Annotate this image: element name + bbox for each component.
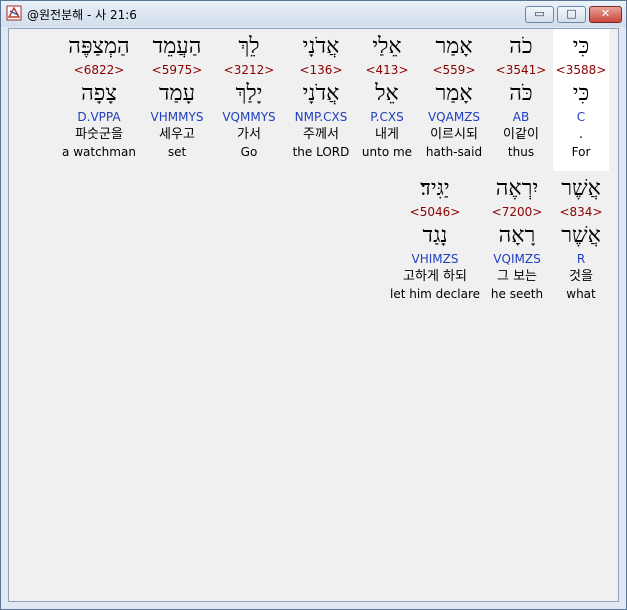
- word-1[interactable]: כֹה <3541> כֹּה AB 이같이 thus: [483, 33, 559, 160]
- morph-code: VQMMYS: [222, 110, 276, 124]
- hebrew-lemma: נָגַד: [422, 223, 448, 248]
- hebrew-word: הַמְצַפֶּה: [68, 34, 130, 59]
- hebrew-lemma: יָלַךְ: [235, 81, 263, 106]
- hebrew-word: אֵלַי: [372, 34, 402, 59]
- korean-gloss: 그 보는: [496, 269, 537, 284]
- english-gloss: Go: [240, 145, 258, 159]
- word-3[interactable]: אֵלַי <413> אֵל P.CXS 내게 unto me: [349, 33, 425, 160]
- strong-number[interactable]: <5975>: [139, 61, 215, 79]
- korean-gloss: 세우고: [159, 127, 195, 142]
- english-gloss: unto me: [361, 145, 413, 159]
- morph-code: P.CXS: [370, 110, 404, 124]
- minimize-button[interactable]: ▭: [525, 6, 554, 23]
- strong-number[interactable]: <5046>: [387, 203, 483, 221]
- hebrew-lemma: עָמַד: [158, 81, 196, 106]
- word-10[interactable]: יַגִּיד׃ <5046> נָגַד VHIMZS 고하게 하되 let …: [387, 175, 483, 302]
- morph-code: NMP.CXS: [294, 110, 348, 124]
- english-gloss: thus: [507, 145, 535, 159]
- parsing-panel: כִּי <3588> כִּי C . For כֹה <3541> כֹּה…: [8, 28, 619, 602]
- close-button[interactable]: ✕: [589, 6, 622, 23]
- morph-code: VQAMZS: [427, 110, 481, 124]
- close-icon: ✕: [600, 7, 611, 20]
- english-gloss: set: [167, 145, 187, 159]
- hebrew-word: הַעֲמֵד: [152, 34, 202, 59]
- hebrew-lemma: רָאָה: [498, 223, 536, 248]
- hebrew-word: יִרְאֶה: [495, 176, 539, 201]
- english-gloss: hath-said: [425, 145, 483, 159]
- korean-gloss: 이같이: [503, 127, 539, 142]
- english-gloss: the LORD: [292, 145, 350, 159]
- maximize-icon: □: [566, 7, 577, 20]
- hebrew-word: אֲדֹנָי: [302, 34, 340, 59]
- morph-code: VHIMZS: [411, 252, 459, 266]
- strong-number[interactable]: <6822>: [61, 61, 137, 79]
- korean-gloss: 이르시되: [430, 127, 478, 142]
- hebrew-lemma: כֹּה: [509, 81, 533, 106]
- hebrew-word: אָמַר: [435, 34, 473, 59]
- morph-code: VHMMYS: [150, 110, 204, 124]
- hebrew-word: יַגִּיד׃: [420, 176, 450, 201]
- strong-number[interactable]: <3212>: [211, 61, 287, 79]
- english-gloss: let him declare: [389, 287, 481, 301]
- strong-number[interactable]: <136>: [283, 61, 359, 79]
- korean-gloss: 주께서: [303, 127, 339, 142]
- english-gloss: a watchman: [62, 145, 136, 159]
- morph-code: VQIMZS: [493, 252, 541, 266]
- word-2[interactable]: אָמַר <559> אָמַר VQAMZS 이르시되 hath-said: [416, 33, 492, 160]
- morph-code: AB: [512, 110, 530, 124]
- maximize-button[interactable]: □: [557, 6, 586, 23]
- window-title: @원전분해 - 사 21:6: [27, 8, 137, 22]
- app-window: @원전분해 - 사 21:6 ▭ □ ✕ כִּי <3588> כִּי C …: [0, 0, 627, 610]
- hebrew-word: כֹה: [509, 34, 533, 59]
- word-9[interactable]: יִרְאֶה <7200> רָאָה VQIMZS 그 보는 he seet…: [479, 175, 555, 302]
- korean-gloss: 파숫군을: [75, 127, 123, 142]
- strong-number[interactable]: <559>: [416, 61, 492, 79]
- hebrew-lemma: אֲדֹנָי: [302, 81, 340, 106]
- word-7[interactable]: הַמְצַפֶּה <6822> צָפָה D.VPPA 파숫군을 a wa…: [61, 33, 137, 160]
- strong-number[interactable]: <7200>: [479, 203, 555, 221]
- hebrew-word: לֵךְ: [238, 34, 260, 59]
- minimize-icon: ▭: [534, 7, 545, 20]
- strong-number[interactable]: <413>: [349, 61, 425, 79]
- word-6[interactable]: הַעֲמֵד <5975> עָמַד VHMMYS 세우고 set: [139, 33, 215, 160]
- hebrew-lemma: אָמַר: [435, 81, 473, 106]
- korean-gloss: 가서: [237, 127, 261, 142]
- strong-number[interactable]: <3541>: [483, 61, 559, 79]
- korean-gloss: 고하게 하되: [403, 269, 467, 284]
- korean-gloss: 내게: [375, 127, 399, 142]
- title-bar[interactable]: @원전분해 - 사 21:6 ▭ □ ✕: [1, 1, 626, 27]
- word-4[interactable]: אֲדֹנָי <136> אֲדֹנָי NMP.CXS 주께서 the LO…: [283, 33, 359, 160]
- app-logo-icon: [6, 5, 22, 21]
- english-gloss: he seeth: [490, 287, 544, 301]
- morph-code: D.VPPA: [77, 110, 121, 124]
- word-5[interactable]: לֵךְ <3212> יָלַךְ VQMMYS 가서 Go: [211, 33, 287, 160]
- hebrew-lemma: צָפָה: [81, 81, 117, 106]
- hebrew-lemma: אֵל: [375, 81, 399, 106]
